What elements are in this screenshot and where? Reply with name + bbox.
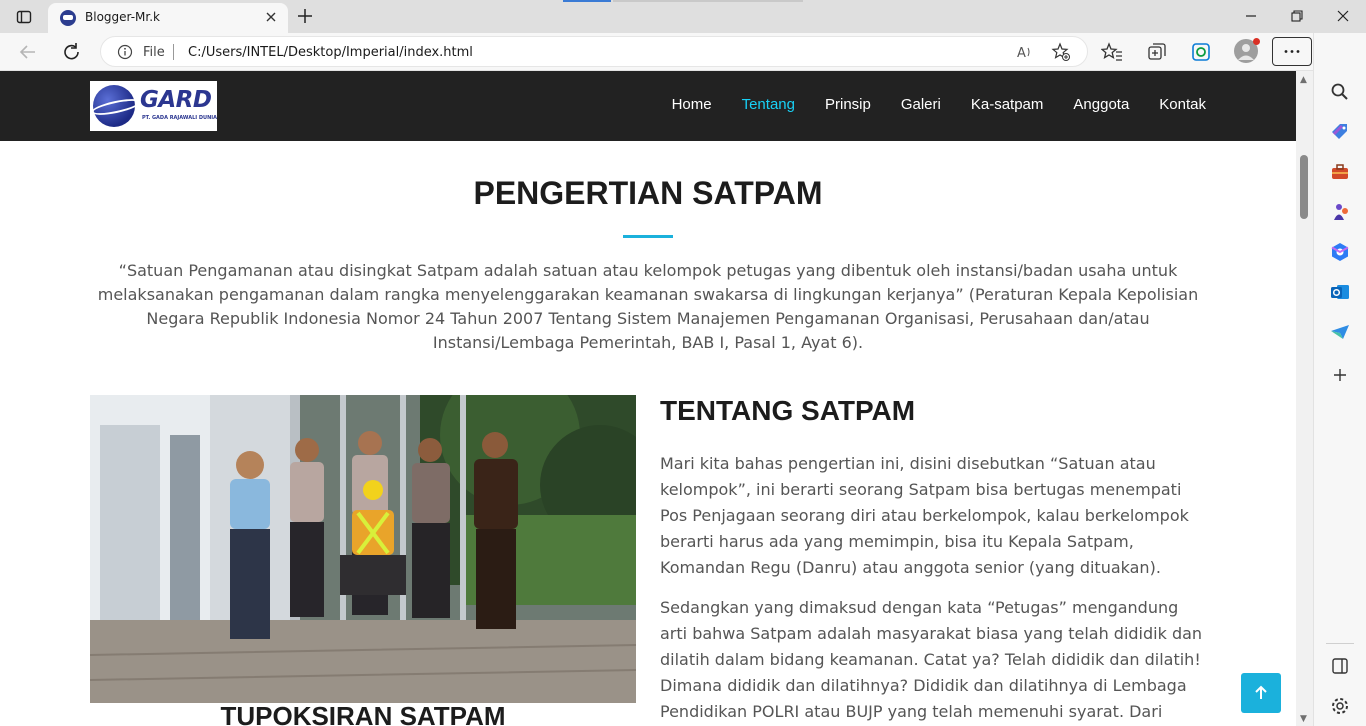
nav-prinsip[interactable]: Prinsip (825, 96, 871, 113)
address-url[interactable]: C:/Users/INTEL/Desktop/Imperial/index.ht… (188, 45, 473, 60)
intro-paragraph: “Satuan Pengamanan atau disingkat Satpam… (97, 261, 1199, 352)
read-aloud-icon[interactable]: A (1015, 42, 1035, 62)
address-bar[interactable]: File C:/Users/INTEL/Desktop/Imperial/ind… (100, 36, 1088, 67)
main-nav: Home Tentang Prinsip Galeri Ka-satpam An… (672, 96, 1206, 113)
browser-tab-active[interactable]: Blogger-Mr.k (48, 3, 288, 33)
svg-text:A: A (1017, 46, 1026, 61)
section-heading-tupoksi: TUPOKSIRAN SATPAM (220, 701, 506, 726)
nav-galeri[interactable]: Galeri (901, 96, 941, 113)
address-separator (173, 44, 174, 60)
shopping-tag-icon[interactable] (1329, 121, 1351, 143)
search-icon[interactable] (1329, 81, 1351, 103)
reload-icon[interactable] (59, 40, 85, 64)
title-underline (623, 235, 673, 238)
performance-icon[interactable] (1190, 41, 1212, 63)
add-icon[interactable] (1329, 364, 1351, 386)
logo-globe-icon (93, 85, 135, 127)
tab-strip: Blogger-Mr.k (0, 0, 1366, 33)
section-heading-tentang: TENTANG SATPAM (660, 395, 916, 426)
page-scrollbar[interactable]: ▲ ▼ (1296, 71, 1313, 726)
collections-icon[interactable] (1146, 41, 1168, 63)
nav-home[interactable]: Home (672, 96, 712, 113)
toolbar: File C:/Users/INTEL/Desktop/Imperial/ind… (0, 33, 1366, 71)
hide-sidebar-icon[interactable] (1329, 655, 1351, 677)
settings-more-button[interactable] (1272, 37, 1312, 66)
nav-anggota[interactable]: Anggota (1073, 96, 1129, 113)
tab-title: Blogger-Mr.k (85, 10, 160, 24)
nav-ka-satpam[interactable]: Ka-satpam (971, 96, 1044, 113)
logo-wordmark: GARD (140, 87, 212, 113)
page-viewport: GARD PT. GADA RAJAWALI DUNIA Home Tentan… (0, 71, 1296, 726)
info-icon[interactable] (117, 44, 133, 60)
minimize-icon[interactable] (1240, 5, 1262, 27)
site-logo[interactable]: GARD PT. GADA RAJAWALI DUNIA (90, 81, 217, 131)
tab-strip-divider (613, 0, 803, 2)
tab-strip-accent (563, 0, 611, 2)
address-scheme-label: File (143, 45, 165, 60)
games-icon[interactable] (1329, 201, 1351, 223)
nav-kontak[interactable]: Kontak (1159, 96, 1206, 113)
favorites-icon[interactable] (1101, 41, 1123, 63)
outlook-icon[interactable] (1329, 281, 1351, 303)
about-paragraph-2: Sedangkan yang dimaksud dengan kata “Pet… (660, 598, 1203, 721)
security-team-photo (90, 395, 636, 703)
sidebar-settings-icon[interactable] (1329, 695, 1351, 717)
sidebar-divider (1326, 643, 1354, 644)
logo-tagline: PT. GADA RAJAWALI DUNIA (142, 115, 217, 121)
nav-tentang[interactable]: Tentang (742, 96, 795, 113)
scroll-down-icon[interactable]: ▼ (1300, 714, 1307, 724)
back-arrow-icon[interactable] (15, 40, 41, 64)
back-to-top-button[interactable] (1241, 673, 1281, 713)
site-header: GARD PT. GADA RAJAWALI DUNIA Home Tentan… (0, 71, 1296, 141)
tab-actions-icon (16, 10, 32, 24)
scrollbar-thumb[interactable] (1300, 155, 1308, 219)
add-favorite-icon[interactable] (1051, 42, 1071, 62)
microsoft-365-icon[interactable] (1329, 241, 1351, 263)
tab-actions-button[interactable] (8, 6, 40, 28)
new-tab-icon[interactable] (294, 5, 316, 27)
arrow-up-icon (1255, 685, 1267, 699)
notification-dot (1253, 38, 1260, 45)
edge-sidebar (1313, 33, 1366, 726)
restore-icon[interactable] (1286, 5, 1308, 27)
close-window-icon[interactable] (1332, 5, 1354, 27)
more-dots-icon (1284, 50, 1300, 53)
site-favicon-icon (60, 10, 76, 26)
tools-icon[interactable] (1329, 161, 1351, 183)
about-paragraph-1: Mari kita bahas pengertian ini, disini d… (660, 454, 1189, 577)
profile-avatar[interactable] (1234, 38, 1260, 63)
close-tab-icon[interactable] (262, 8, 280, 26)
scroll-up-icon[interactable]: ▲ (1300, 75, 1307, 85)
send-icon[interactable] (1329, 321, 1351, 343)
page-title: PENGERTIAN SATPAM (473, 175, 823, 211)
